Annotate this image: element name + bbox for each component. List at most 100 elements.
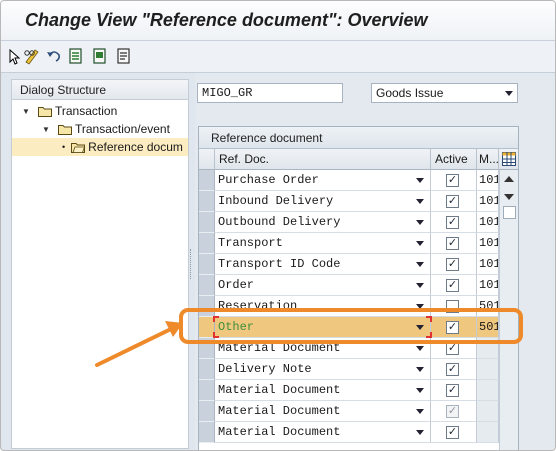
document-list-icon[interactable] — [67, 47, 85, 65]
ref-doc-value: Material Document — [218, 425, 341, 439]
table-title: Reference document — [199, 127, 518, 149]
scroll-up-icon[interactable] — [504, 176, 514, 182]
event-dropdown[interactable]: Goods Issue — [371, 83, 518, 103]
annotation-arrow-icon — [95, 321, 183, 367]
active-checkbox[interactable]: ✓ — [446, 195, 459, 208]
table-row[interactable]: Outbound Delivery ✓ 101 — [199, 212, 499, 233]
scroll-thumb[interactable] — [503, 206, 516, 219]
movement-type-cell[interactable]: 101 — [477, 170, 499, 191]
active-checkbox[interactable]: ✓ — [446, 216, 459, 229]
folder-icon — [58, 124, 72, 135]
table-row[interactable]: Inbound Delivery ✓ 101 — [199, 191, 499, 212]
active-checkbox[interactable]: ✓ — [446, 363, 459, 376]
expand-triangle-icon[interactable]: ▼ — [22, 107, 32, 116]
chevron-down-icon[interactable] — [416, 262, 424, 267]
undo-arrow-icon[interactable] — [45, 47, 63, 65]
movement-type-cell[interactable]: 101 — [477, 254, 499, 275]
chevron-down-icon[interactable] — [416, 409, 424, 414]
movement-type-cell[interactable]: 101 — [477, 212, 499, 233]
active-cell: ✓ — [431, 275, 477, 296]
table-row[interactable]: Material Document ✓ — [199, 401, 499, 422]
ref-doc-cell[interactable]: Material Document — [215, 422, 431, 443]
row-selector[interactable] — [199, 191, 215, 212]
table-row[interactable]: Transport ID Code ✓ 101 — [199, 254, 499, 275]
column-header-active[interactable]: Active — [431, 149, 477, 170]
chevron-down-icon[interactable] — [416, 220, 424, 225]
chevron-down-icon[interactable] — [416, 388, 424, 393]
select-all-header[interactable] — [199, 149, 215, 170]
movement-type-cell[interactable] — [477, 401, 499, 422]
chevron-down-icon[interactable] — [416, 346, 424, 351]
ref-doc-cell[interactable]: Purchase Order — [215, 170, 431, 191]
row-selector[interactable] — [199, 401, 215, 422]
row-selector[interactable] — [199, 254, 215, 275]
active-cell: ✓ — [431, 212, 477, 233]
ref-doc-cell[interactable]: Outbound Delivery — [215, 212, 431, 233]
active-cell: ✓ — [431, 401, 477, 422]
sap-window: Change View "Reference document": Overvi… — [0, 0, 556, 451]
transaction-field[interactable]: MIGO_GR — [197, 83, 343, 103]
tree-item-transaction-event[interactable]: ▼ Transaction/event — [42, 120, 170, 138]
row-selector[interactable] — [199, 359, 215, 380]
ref-doc-cell[interactable]: Transport — [215, 233, 431, 254]
row-selector[interactable] — [199, 212, 215, 233]
chevron-down-icon[interactable] — [416, 283, 424, 288]
tree-item-reference-document[interactable]: • Reference docum — [12, 138, 188, 156]
table-settings-icon[interactable] — [499, 149, 518, 170]
movement-type-cell[interactable] — [477, 380, 499, 401]
table-row[interactable]: Delivery Note ✓ — [199, 359, 499, 380]
active-checkbox[interactable]: ✓ — [446, 405, 459, 418]
movement-type-cell[interactable] — [477, 359, 499, 380]
ref-doc-value: Inbound Delivery — [218, 194, 334, 208]
tree-item-transaction[interactable]: ▼ Transaction — [22, 102, 117, 120]
row-selector[interactable] — [199, 275, 215, 296]
table-row[interactable]: Material Document ✓ — [199, 422, 499, 443]
reference-document-table: Reference document Ref. Doc. Active M...… — [198, 126, 519, 450]
chevron-down-icon[interactable] — [416, 241, 424, 246]
table-row[interactable]: Material Document ✓ — [199, 380, 499, 401]
highlight-annotation-box — [179, 308, 523, 344]
ref-doc-value: Material Document — [218, 383, 341, 397]
chevron-down-icon[interactable] — [416, 430, 424, 435]
ref-doc-value: Delivery Note — [218, 362, 312, 376]
row-selector[interactable] — [199, 422, 215, 443]
ref-doc-cell[interactable]: Material Document — [215, 401, 431, 422]
expand-triangle-icon[interactable]: ▼ — [42, 125, 52, 134]
column-header-ref-doc[interactable]: Ref. Doc. — [215, 149, 431, 170]
ref-doc-cell[interactable]: Material Document — [215, 380, 431, 401]
ref-doc-cell[interactable]: Transport ID Code — [215, 254, 431, 275]
tree-item-label: Reference docum — [88, 140, 183, 154]
chevron-down-icon[interactable] — [416, 178, 424, 183]
ref-doc-cell[interactable]: Order — [215, 275, 431, 296]
active-checkbox[interactable]: ✓ — [446, 237, 459, 250]
movement-type-cell[interactable]: 101 — [477, 275, 499, 296]
print-icon[interactable] — [115, 47, 133, 65]
ref-doc-value: Order — [218, 278, 255, 292]
scroll-down-icon[interactable] — [504, 194, 514, 200]
column-header-mvt[interactable]: M... — [477, 149, 499, 170]
movement-type-cell[interactable]: 101 — [477, 191, 499, 212]
ref-doc-value: Material Document — [218, 404, 341, 418]
active-checkbox[interactable]: ✓ — [446, 426, 459, 439]
active-checkbox[interactable]: ✓ — [446, 384, 459, 397]
chevron-down-icon[interactable] — [416, 367, 424, 372]
movement-type-cell[interactable]: 101 — [477, 233, 499, 254]
active-checkbox[interactable]: ✓ — [446, 258, 459, 271]
active-cell: ✓ — [431, 422, 477, 443]
copy-document-icon[interactable] — [91, 47, 109, 65]
row-selector[interactable] — [199, 170, 215, 191]
table-row[interactable]: Transport ✓ 101 — [199, 233, 499, 254]
pencil-glasses-icon[interactable] — [23, 47, 41, 65]
row-selector[interactable] — [199, 233, 215, 254]
active-checkbox[interactable]: ✓ — [446, 279, 459, 292]
table-row[interactable]: Purchase Order ✓ 101 — [199, 170, 499, 191]
chevron-down-icon[interactable] — [416, 199, 424, 204]
row-selector[interactable] — [199, 380, 215, 401]
movement-type-cell[interactable] — [477, 422, 499, 443]
ref-doc-cell[interactable]: Delivery Note — [215, 359, 431, 380]
focus-corner — [213, 332, 219, 338]
ref-doc-cell[interactable]: Inbound Delivery — [215, 191, 431, 212]
table-row[interactable]: Order ✓ 101 — [199, 275, 499, 296]
active-cell: ✓ — [431, 359, 477, 380]
active-checkbox[interactable]: ✓ — [446, 174, 459, 187]
